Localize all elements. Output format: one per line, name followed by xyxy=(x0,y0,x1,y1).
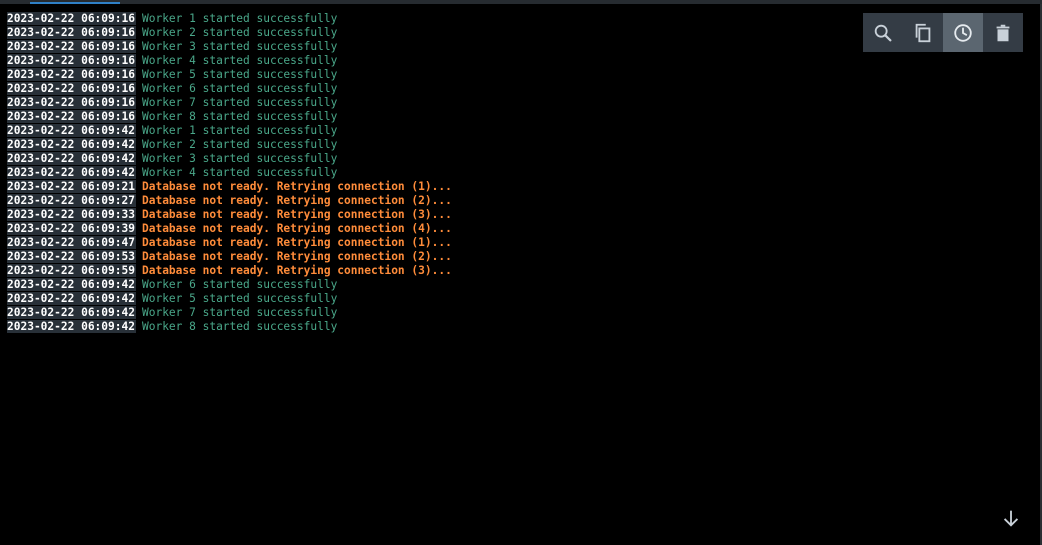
log-message: Worker 4 started successfully xyxy=(141,166,338,179)
log-message: Database not ready. Retrying connection … xyxy=(141,208,452,221)
log-message: Worker 1 started successfully xyxy=(141,12,338,25)
log-line: 2023-02-22 06:09:42 Worker 4 started succ… xyxy=(7,166,1040,180)
log-message: Worker 2 started successfully xyxy=(141,26,338,39)
log-line: 2023-02-22 06:09:16 Worker 4 started succ… xyxy=(7,54,1040,68)
log-timestamp: 2023-02-22 06:09:33 xyxy=(7,208,136,221)
log-line: 2023-02-22 06:09:33 Database not ready. R… xyxy=(7,208,1040,222)
log-message: Worker 6 started successfully xyxy=(141,278,338,291)
log-timestamp: 2023-02-22 06:09:42 xyxy=(7,306,136,319)
log-line: 2023-02-22 06:09:16 Worker 6 started succ… xyxy=(7,82,1040,96)
copy-icon xyxy=(915,23,931,42)
log-line: 2023-02-22 06:09:21 Database not ready. R… xyxy=(7,180,1040,194)
active-tab-indicator xyxy=(30,2,120,4)
log-line: 2023-02-22 06:09:53 Database not ready. R… xyxy=(7,250,1040,264)
log-timestamp: 2023-02-22 06:09:16 xyxy=(7,96,136,109)
scroll-to-bottom-button[interactable] xyxy=(998,505,1024,531)
log-message: Database not ready. Retrying connection … xyxy=(141,250,452,263)
log-message: Worker 6 started successfully xyxy=(141,82,338,95)
log-line: 2023-02-22 06:09:42 Worker 1 started succ… xyxy=(7,124,1040,138)
log-message: Database not ready. Retrying connection … xyxy=(141,236,452,249)
log-timestamp: 2023-02-22 06:09:27 xyxy=(7,194,136,207)
log-line: 2023-02-22 06:09:16 Worker 5 started succ… xyxy=(7,68,1040,82)
log-timestamp: 2023-02-22 06:09:42 xyxy=(7,320,136,333)
log-timestamp: 2023-02-22 06:09:47 xyxy=(7,236,136,249)
log-output[interactable]: 2023-02-22 06:09:16 Worker 1 started succ… xyxy=(7,12,1040,334)
log-timestamp: 2023-02-22 06:09:21 xyxy=(7,180,136,193)
log-message: Worker 3 started successfully xyxy=(141,152,338,165)
log-message: Database not ready. Retrying connection … xyxy=(141,222,452,235)
log-timestamp: 2023-02-22 06:09:16 xyxy=(7,82,136,95)
log-timestamp: 2023-02-22 06:09:16 xyxy=(7,40,136,53)
log-timestamp: 2023-02-22 06:09:42 xyxy=(7,138,136,151)
clock-icon xyxy=(954,23,972,42)
log-line: 2023-02-22 06:09:42 Worker 6 started succ… xyxy=(7,278,1040,292)
timestamps-toggle-button[interactable] xyxy=(943,13,983,52)
log-line: 2023-02-22 06:09:27 Database not ready. R… xyxy=(7,194,1040,208)
log-message: Worker 4 started successfully xyxy=(141,54,338,67)
log-timestamp: 2023-02-22 06:09:42 xyxy=(7,166,136,179)
log-line: 2023-02-22 06:09:42 Worker 8 started succ… xyxy=(7,320,1040,334)
log-timestamp: 2023-02-22 06:09:53 xyxy=(7,250,136,263)
log-toolbar xyxy=(863,13,1023,52)
log-timestamp: 2023-02-22 06:09:16 xyxy=(7,68,136,81)
log-message: Worker 8 started successfully xyxy=(141,110,338,123)
log-timestamp: 2023-02-22 06:09:16 xyxy=(7,12,136,25)
log-timestamp: 2023-02-22 06:09:16 xyxy=(7,54,136,67)
log-timestamp: 2023-02-22 06:09:39 xyxy=(7,222,136,235)
log-viewer: 2023-02-22 06:09:16 Worker 1 started succ… xyxy=(0,0,1042,545)
log-timestamp: 2023-02-22 06:09:42 xyxy=(7,152,136,165)
log-message: Database not ready. Retrying connection … xyxy=(141,194,452,207)
log-line: 2023-02-22 06:09:16 Worker 7 started succ… xyxy=(7,96,1040,110)
log-timestamp: 2023-02-22 06:09:42 xyxy=(7,292,136,305)
trash-icon xyxy=(996,24,1010,41)
log-line: 2023-02-22 06:09:42 Worker 2 started succ… xyxy=(7,138,1040,152)
log-line: 2023-02-22 06:09:39 Database not ready. R… xyxy=(7,222,1040,236)
search-button[interactable] xyxy=(863,13,903,52)
log-message: Worker 5 started successfully xyxy=(141,292,338,305)
log-line: 2023-02-22 06:09:47 Database not ready. R… xyxy=(7,236,1040,250)
log-message: Worker 3 started successfully xyxy=(141,40,338,53)
log-line: 2023-02-22 06:09:42 Worker 7 started succ… xyxy=(7,306,1040,320)
log-line: 2023-02-22 06:09:59 Database not ready. R… xyxy=(7,264,1040,278)
log-timestamp: 2023-02-22 06:09:59 xyxy=(7,264,136,277)
clear-button[interactable] xyxy=(983,13,1023,52)
log-timestamp: 2023-02-22 06:09:42 xyxy=(7,278,136,291)
copy-button[interactable] xyxy=(903,13,943,52)
log-timestamp: 2023-02-22 06:09:42 xyxy=(7,124,136,137)
search-icon xyxy=(874,24,892,41)
log-message: Worker 2 started successfully xyxy=(141,138,338,151)
log-timestamp: 2023-02-22 06:09:16 xyxy=(7,110,136,123)
log-message: Worker 8 started successfully xyxy=(141,320,338,333)
log-timestamp: 2023-02-22 06:09:16 xyxy=(7,26,136,39)
log-line: 2023-02-22 06:09:42 Worker 3 started succ… xyxy=(7,152,1040,166)
log-message: Worker 1 started successfully xyxy=(141,124,338,137)
log-message: Database not ready. Retrying connection … xyxy=(141,264,452,277)
log-message: Worker 7 started successfully xyxy=(141,306,338,319)
log-message: Worker 5 started successfully xyxy=(141,68,338,81)
log-line: 2023-02-22 06:09:16 Worker 8 started succ… xyxy=(7,110,1040,124)
arrow-down-icon xyxy=(1003,510,1019,527)
log-message: Database not ready. Retrying connection … xyxy=(141,180,452,193)
tab-strip xyxy=(0,0,1042,4)
log-message: Worker 7 started successfully xyxy=(141,96,338,109)
log-line: 2023-02-22 06:09:42 Worker 5 started succ… xyxy=(7,292,1040,306)
